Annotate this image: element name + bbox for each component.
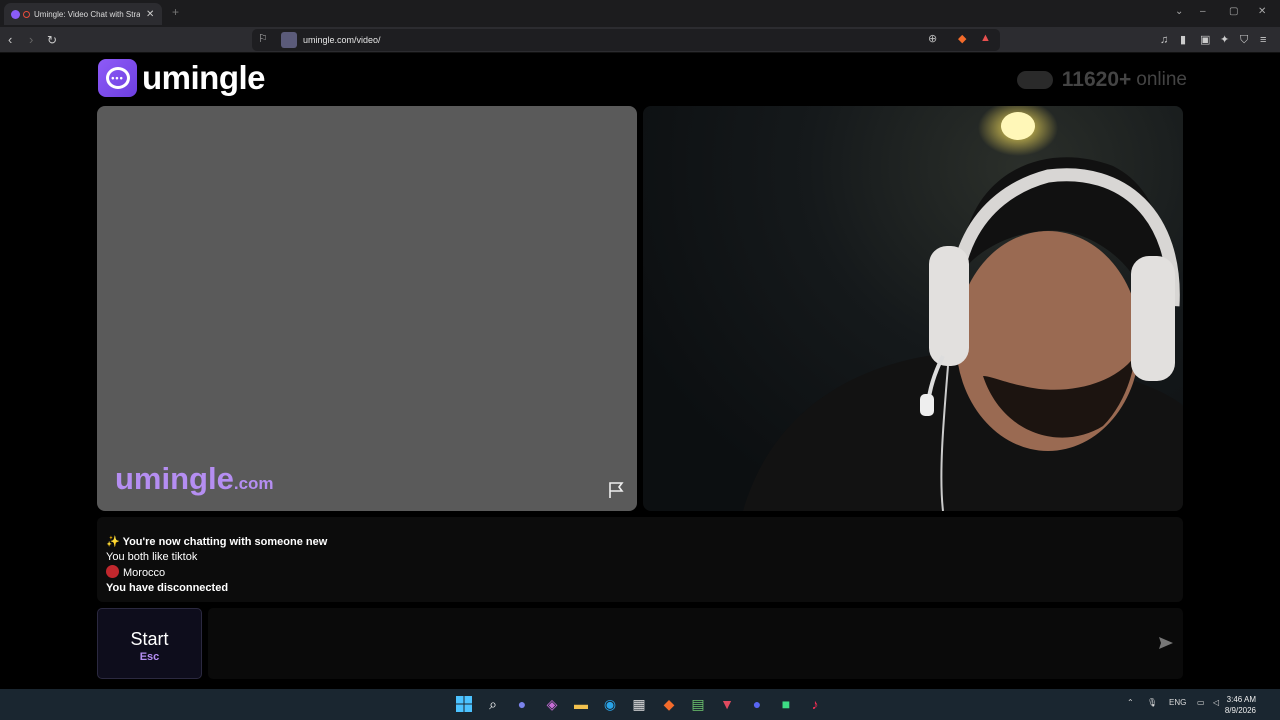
send-icon[interactable] — [1158, 635, 1174, 651]
new-tab-button[interactable]: + — [172, 5, 179, 19]
reload-button[interactable]: ↻ — [47, 32, 57, 48]
tray-overflow-icon[interactable]: ⌃ — [1127, 698, 1134, 707]
minimize-button[interactable]: – — [1200, 6, 1206, 17]
clock[interactable]: 3:46 AM 8/9/2026 — [1225, 694, 1256, 716]
windows-start-icon[interactable] — [455, 695, 473, 713]
recording-indicator-icon — [23, 10, 30, 18]
morocco-flag-icon — [106, 565, 119, 578]
chat-log: ✨ You're now chatting with someone new Y… — [97, 517, 1183, 602]
media-app-icon[interactable]: ▼ — [718, 695, 736, 713]
chat-system-message: ✨ You're now chatting with someone new — [106, 536, 328, 548]
online-toggle[interactable] — [1016, 71, 1053, 89]
umingle-favicon-icon — [11, 9, 20, 19]
browser-tab[interactable]: Umingle: Video Chat with Strangers ✕ — [4, 3, 162, 25]
zoom-icon[interactable]: ⊕ — [928, 32, 937, 45]
teams-icon[interactable]: ● — [513, 695, 531, 713]
discord-icon[interactable]: ● — [748, 695, 766, 713]
sparkles-icon: ✨ — [106, 536, 120, 548]
logo-text: umingle — [142, 59, 266, 96]
chat-interest-message: You both like tiktok — [106, 551, 198, 563]
message-input[interactable] — [208, 608, 1183, 679]
browser-tab-bar: Umingle: Video Chat with Strangers ✕ + ⌄… — [0, 0, 1280, 27]
self-camera-video — [643, 106, 1183, 511]
wallet-icon[interactable]: ▣ — [1200, 32, 1210, 48]
browser-toolbar: ‹ › ↻ ⚐ umingle.com/video/ ⊕ ◆ ▲ ♫ ▮ ▣ ✦… — [0, 27, 1280, 53]
volume-icon[interactable]: ◁ — [1213, 698, 1219, 707]
online-count: 11620+ — [1061, 68, 1132, 91]
file-explorer-icon[interactable]: ▬ — [572, 695, 590, 713]
store-icon[interactable]: ▦ — [630, 695, 648, 713]
brave-shields-icon[interactable]: ◆ — [958, 32, 966, 45]
sidebar-icon[interactable]: ▮ — [1180, 32, 1186, 48]
brave-icon[interactable]: ◆ — [660, 695, 678, 713]
start-button[interactable]: Start Esc — [97, 608, 202, 679]
media-icon[interactable]: ♫ — [1160, 32, 1168, 48]
start-label: Start — [130, 629, 169, 649]
windows-taskbar: ⌕ ● ◈ ▬ ◉ ▦ ◆ ▤ ▼ ● ■ ♪ ⌃ 🎙 ENG ▭ ◁ 3:46… — [0, 689, 1280, 720]
start-shortcut: Esc — [139, 651, 160, 663]
edge-icon[interactable]: ◉ — [601, 695, 619, 713]
flag-icon[interactable] — [607, 481, 627, 499]
watermark: umingle.com — [115, 461, 274, 496]
camera-feed-image — [743, 106, 1183, 511]
menu-icon[interactable]: ≡ — [1260, 32, 1266, 48]
tab-list-chevron-icon[interactable]: ⌄ — [1175, 6, 1183, 17]
language-indicator[interactable]: ENG — [1169, 698, 1186, 707]
back-button[interactable]: ‹ — [8, 32, 12, 48]
forward-button[interactable]: › — [29, 32, 33, 48]
tiktok-icon[interactable]: ♪ — [806, 695, 824, 713]
brave-rewards-icon[interactable]: ▲ — [980, 32, 991, 44]
tab-close-icon[interactable]: ✕ — [146, 9, 154, 20]
leo-ai-icon[interactable]: ✦ — [1220, 32, 1229, 48]
online-indicator: 11620+ online — [1016, 68, 1187, 92]
online-label: online — [1136, 69, 1187, 90]
search-icon[interactable]: ⌕ — [484, 695, 502, 713]
copilot-icon[interactable]: ◈ — [543, 695, 561, 713]
chat-disconnect-message: You have disconnected — [106, 582, 229, 594]
maximize-button[interactable]: ▢ — [1229, 6, 1238, 17]
stranger-video: umingle.com — [97, 106, 637, 511]
tab-title: Umingle: Video Chat with Strangers — [34, 9, 140, 19]
close-window-button[interactable]: ✕ — [1258, 6, 1266, 17]
site-info-icon[interactable] — [281, 32, 297, 48]
url-text: umingle.com/video/ — [303, 35, 381, 45]
clock-time: 3:46 AM — [1226, 695, 1256, 704]
notepad-icon[interactable]: ▤ — [689, 695, 707, 713]
network-icon[interactable]: ▭ — [1197, 698, 1205, 707]
microphone-icon[interactable]: 🎙 — [1147, 698, 1157, 707]
vpn-icon[interactable]: ⛉ — [1240, 32, 1248, 48]
android-app-icon[interactable]: ■ — [777, 695, 795, 713]
clock-date: 8/9/2026 — [1224, 706, 1256, 715]
bookmark-icon[interactable]: ⚐ — [258, 32, 268, 45]
umingle-logo[interactable]: ••• umingle — [98, 59, 266, 97]
chat-bubble-logo-icon: ••• — [98, 59, 137, 97]
address-bar[interactable]: ⚐ umingle.com/video/ ⊕ ◆ ▲ — [252, 29, 1000, 51]
chat-country-message: Morocco — [106, 565, 1183, 581]
